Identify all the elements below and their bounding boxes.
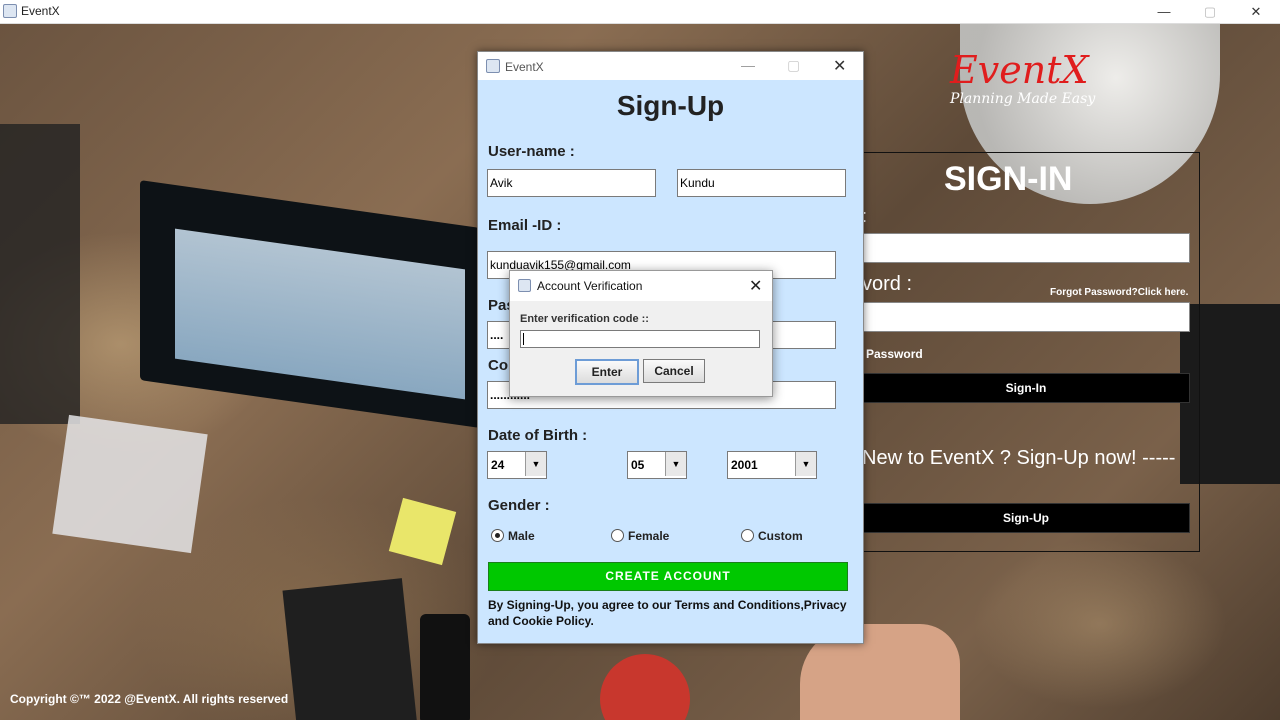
username-label: User-name :	[488, 143, 575, 160]
verification-dialog: Account Verification ✕ Enter verificatio…	[509, 270, 773, 397]
minimize-icon[interactable]: —	[1141, 0, 1187, 23]
minimize-icon[interactable]: —	[741, 57, 755, 73]
signup-heading: Sign-Up	[616, 90, 725, 121]
dob-month-select[interactable]: 05 ▼	[627, 451, 687, 479]
chevron-down-icon[interactable]: ▼	[525, 452, 546, 476]
signin-button[interactable]: Sign-In	[862, 373, 1190, 403]
signin-title: SIGN-IN	[944, 160, 1073, 198]
signup-titlebar: EventX — ▢ ✕	[478, 52, 863, 80]
maximize-icon[interactable]: ▢	[787, 57, 800, 74]
main-titlebar: EventX — ▢ ✕	[0, 0, 1280, 24]
dob-day-select[interactable]: 24 ▼	[487, 451, 547, 479]
close-icon[interactable]: ✕	[833, 56, 846, 76]
mug-shape	[600, 654, 690, 720]
verification-prompt: Enter verification code ::	[520, 313, 649, 325]
forgot-password-link[interactable]: Forgot Password?Click here.	[1050, 287, 1188, 298]
main-window-title: EventX	[21, 4, 60, 18]
close-icon[interactable]: ✕	[1233, 0, 1279, 23]
create-account-button[interactable]: CREATE ACCOUNT	[488, 562, 848, 591]
dob-day-value: 24	[491, 458, 505, 472]
signup-button[interactable]: Sign-Up	[862, 503, 1190, 533]
dialog-title: Account Verification	[537, 279, 643, 293]
brand-logo: EventX	[950, 48, 1089, 92]
text-caret	[523, 333, 524, 345]
sticky-note-shape	[388, 497, 457, 566]
signin-password-input[interactable]	[862, 302, 1190, 332]
notebook-shape	[282, 578, 418, 720]
signin-password-label: vord :	[862, 273, 913, 295]
signup-window-title: EventX	[505, 60, 544, 74]
gender-female-label: Female	[628, 529, 670, 543]
chevron-down-icon[interactable]: ▼	[795, 452, 816, 476]
confirm-password-label: Co	[488, 357, 508, 374]
gender-label: Gender :	[488, 497, 550, 514]
signin-username-input[interactable]	[862, 233, 1190, 263]
first-name-input[interactable]: Avik	[487, 169, 656, 197]
email-label: Email -ID :	[488, 217, 562, 234]
gender-female-radio[interactable]	[611, 529, 624, 542]
dob-label: Date of Birth :	[488, 427, 588, 444]
new-to-eventx-text: New to EventX ? Sign-Up now! -----	[862, 447, 1176, 469]
terms-text: By Signing-Up, you agree to our Terms an…	[488, 598, 847, 628]
copyright-text: Copyright ©™ 2022 @EventX. All rights re…	[10, 692, 289, 706]
gender-custom-label: Custom	[758, 529, 803, 543]
keyboard-shape	[0, 124, 80, 424]
java-cup-icon	[3, 4, 17, 18]
java-cup-icon	[486, 59, 500, 73]
dob-month-value: 05	[631, 458, 645, 472]
verification-code-input[interactable]	[520, 330, 760, 348]
close-icon[interactable]: ✕	[749, 276, 762, 296]
java-cup-icon	[518, 279, 531, 292]
gender-male-radio[interactable]	[491, 529, 504, 542]
enter-button[interactable]: Enter	[575, 359, 639, 385]
chevron-down-icon[interactable]: ▼	[665, 452, 686, 476]
dialog-titlebar: Account Verification ✕	[510, 271, 772, 301]
dob-year-select[interactable]: 2001 ▼	[727, 451, 817, 479]
phone-shape	[420, 614, 470, 720]
gender-custom-radio[interactable]	[741, 529, 754, 542]
brand-tagline: Planning Made Easy	[950, 91, 1096, 107]
dob-year-value: 2001	[731, 458, 758, 472]
show-password-checkbox[interactable]: Password	[866, 347, 923, 361]
cancel-button[interactable]: Cancel	[643, 359, 705, 383]
paper-shape	[52, 414, 208, 554]
gender-male-label: Male	[508, 529, 535, 543]
maximize-icon[interactable]: ▢	[1187, 0, 1233, 23]
last-name-input[interactable]: Kundu	[677, 169, 846, 197]
